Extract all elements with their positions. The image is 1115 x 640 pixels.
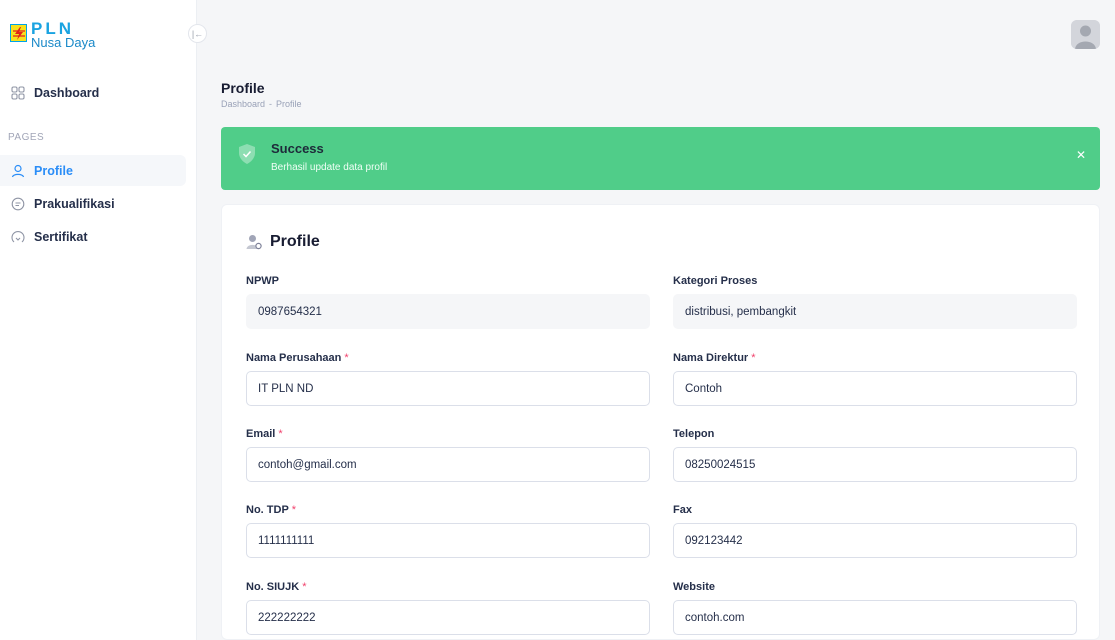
no-tdp-label: No. TDP * xyxy=(246,504,297,516)
brand-subtitle: Nusa Daya xyxy=(31,35,96,50)
card-title-text: Profile xyxy=(270,233,320,250)
sidebar: PLN Nusa Daya Dashboard PAGES Profile Pr… xyxy=(0,0,197,640)
success-alert: Success Berhasil update data profil ✕ xyxy=(221,127,1100,190)
sidebar-collapse-button[interactable]: |← xyxy=(188,24,207,43)
avatar-placeholder-icon xyxy=(1071,20,1100,49)
profile-card: Profile NPWP 0987654321 Kategori Proses … xyxy=(221,204,1100,640)
breadcrumb-separator: - xyxy=(269,99,273,109)
fax-input[interactable]: 092123442 xyxy=(673,523,1077,558)
nama-direktur-input[interactable]: Contoh xyxy=(673,371,1077,406)
email-input[interactable]: contoh@gmail.com xyxy=(246,447,650,482)
document-badge-icon xyxy=(11,197,25,211)
collapse-arrow-icon: |← xyxy=(191,28,204,39)
user-avatar[interactable] xyxy=(1071,20,1100,49)
email-label: Email * xyxy=(246,428,283,440)
sidebar-item-label: Dashboard xyxy=(34,85,100,100)
alert-title: Success xyxy=(271,141,324,156)
pln-logo-icon xyxy=(10,24,27,42)
website-input[interactable]: contoh.com xyxy=(673,600,1077,635)
sidebar-item-label: Prakualifikasi xyxy=(34,196,115,211)
no-tdp-input[interactable]: 1111111111 xyxy=(246,523,650,558)
sidebar-item-profile[interactable]: Profile xyxy=(0,155,186,186)
fax-label: Fax xyxy=(673,504,692,516)
sidebar-item-label: Sertifikat xyxy=(34,229,88,244)
sidebar-item-sertifikat[interactable]: Sertifikat xyxy=(0,221,186,252)
sidebar-item-label: Profile xyxy=(34,163,73,178)
grid-icon xyxy=(11,85,25,100)
certificate-icon xyxy=(11,230,25,244)
nama-perusahaan-label: Nama Perusahaan * xyxy=(246,352,349,364)
telepon-label: Telepon xyxy=(673,428,715,440)
nama-perusahaan-input[interactable]: IT PLN ND xyxy=(246,371,650,406)
sidebar-item-prakualifikasi[interactable]: Prakualifikasi xyxy=(0,188,186,219)
sidebar-item-dashboard[interactable]: Dashboard xyxy=(0,77,186,108)
close-icon[interactable]: ✕ xyxy=(1076,149,1086,161)
page-title: Profile xyxy=(221,80,265,96)
kategori-proses-field: distribusi, pembangkit xyxy=(673,294,1077,329)
alert-message: Berhasil update data profil xyxy=(271,162,388,173)
nav-section-label: PAGES xyxy=(8,132,45,143)
nama-direktur-label: Nama Direktur * xyxy=(673,352,756,364)
breadcrumb-item-profile: Profile xyxy=(276,99,302,109)
card-title: Profile xyxy=(246,233,320,251)
user-settings-icon xyxy=(246,234,262,250)
brand-logo[interactable]: PLN Nusa Daya xyxy=(10,20,95,49)
npwp-field: 0987654321 xyxy=(246,294,650,329)
breadcrumb: Dashboard - Profile xyxy=(221,99,302,109)
no-siujk-input[interactable]: 222222222 xyxy=(246,600,650,635)
user-icon xyxy=(11,164,25,178)
telepon-input[interactable]: 08250024515 xyxy=(673,447,1077,482)
kategori-proses-label: Kategori Proses xyxy=(673,275,758,287)
website-label: Website xyxy=(673,581,715,593)
no-siujk-label: No. SIUJK * xyxy=(246,581,307,593)
shield-check-icon xyxy=(237,143,257,170)
npwp-label: NPWP xyxy=(246,275,279,287)
breadcrumb-item-dashboard[interactable]: Dashboard xyxy=(221,99,265,109)
